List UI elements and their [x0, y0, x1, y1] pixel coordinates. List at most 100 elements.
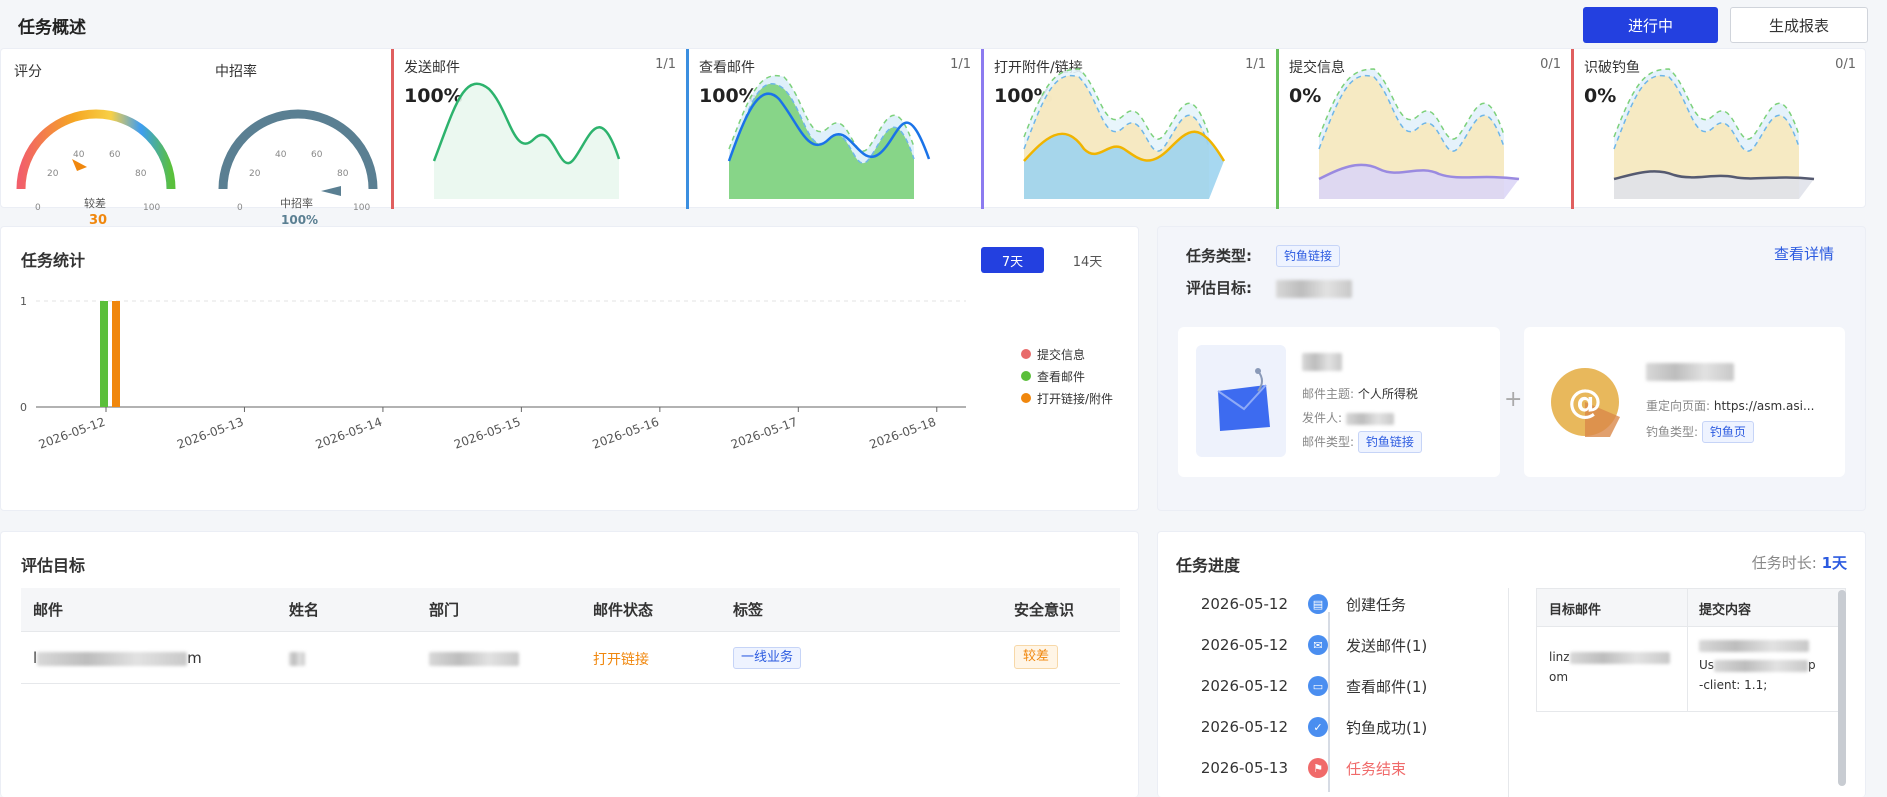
- col-header: 提交内容: [1699, 603, 1752, 618]
- mail-sender-label: 发件人:: [1302, 411, 1343, 425]
- submission-header: 目标邮件 提交内容: [1537, 589, 1845, 627]
- timeline-step: 2026-05-13 ⚑ 任务结束: [1178, 753, 1406, 783]
- mail-subject: 邮件主题: 个人所得税: [1302, 385, 1418, 402]
- mail-sender: 发件人:: [1302, 409, 1394, 426]
- mail-card[interactable]: 邮件主题: 个人所得税 发件人: 邮件类型: 钓鱼链接: [1178, 327, 1500, 477]
- x-tick-label: 2026-05-18: [867, 415, 937, 452]
- phish-page-title: [1646, 363, 1734, 381]
- task-progress-panel: 任务进度 任务时长: 1天 2026-05-12 ▤ 创建任务 2026-05-1…: [1157, 531, 1866, 797]
- check-icon: ✓: [1308, 717, 1328, 737]
- col-header: 安全意识: [1014, 601, 1075, 619]
- row-email-end: m: [187, 649, 202, 667]
- assess-targets-panel: 评估目标 邮件 姓名 部门 邮件状态 标签 安全意识 lm 打开链接 一线业务 …: [0, 531, 1139, 797]
- timeline: 2026-05-12 ▤ 创建任务 2026-05-12 ✉ 发送邮件(1) 202…: [1178, 582, 1458, 797]
- table-row[interactable]: lm 打开链接 一线业务 较差: [21, 632, 1120, 684]
- rate-value: 100%: [281, 213, 319, 227]
- mail-sender-value: [1345, 412, 1394, 425]
- rate-gauge: 中招率 0 20 40 60 80 100 中招率 100%: [201, 49, 391, 227]
- at-sign-icon: @: [1551, 368, 1620, 437]
- timeline-step: 2026-05-12 ▭ 查看邮件(1): [1178, 671, 1427, 701]
- range-14-days-button[interactable]: 14天: [1056, 247, 1119, 273]
- task-stats-chart: 0 1 2026-05-12 2026-05-13 2026-05-14 2026-05-…: [20, 295, 966, 452]
- col-header: 标签: [733, 601, 764, 619]
- timeline-step: 2026-05-12 ▤ 创建任务: [1178, 589, 1406, 619]
- row-name: [289, 652, 305, 666]
- row-email: lm: [33, 649, 202, 667]
- mail-type-label: 邮件类型:: [1302, 435, 1355, 449]
- x-tick-label: 2026-05-16: [591, 415, 661, 452]
- timeline-step: 2026-05-12 ✓ 钓鱼成功(1): [1178, 712, 1427, 742]
- col-header: 邮件状态: [593, 601, 654, 619]
- timeline-date: 2026-05-13: [1200, 759, 1288, 777]
- flag-icon: ⚑: [1308, 758, 1328, 778]
- submission-content-tail: -client: 1.1;: [1699, 678, 1768, 692]
- chart-legend: 提交信息 查看邮件 打开链接/附件: [1021, 343, 1113, 409]
- col-divider: [1687, 589, 1688, 711]
- phish-page-card[interactable]: @ 重定向页面: https://asm.asi... 钓鱼类型: 钓鱼页: [1524, 327, 1845, 477]
- row-awareness-wrap: 较差: [1014, 645, 1059, 669]
- generate-report-button[interactable]: 生成报表: [1730, 7, 1868, 43]
- score-tick: 40: [73, 150, 85, 160]
- rate-tick: 60: [311, 150, 323, 160]
- rate-tick: 40: [275, 150, 287, 160]
- metric-sparkline: [1318, 68, 1520, 199]
- timeline-divider: [1508, 588, 1509, 797]
- view-details-link[interactable]: 查看详情: [1774, 243, 1834, 264]
- status-button[interactable]: 进行中: [1583, 7, 1718, 43]
- timeline-date: 2026-05-12: [1200, 677, 1288, 695]
- task-type-tag: 钓鱼链接: [1276, 245, 1341, 267]
- legend-dot: [1021, 371, 1031, 381]
- metric-card[interactable]: 提交信息 0/1 0%: [1276, 49, 1571, 209]
- phish-type-label: 钓鱼类型:: [1646, 425, 1699, 439]
- task-stats-panel: 任务统计 7天 14天 0 1 2026-05-12 2026-05-13 2026-0…: [0, 226, 1139, 511]
- task-info-panel: 任务类型: 钓鱼链接 评估目标: 查看详情 邮件主题: 个人所得税 发件人: 邮…: [1157, 226, 1866, 511]
- sparkline-area: [434, 83, 619, 199]
- scrollbar[interactable]: [1838, 590, 1846, 786]
- timeline-label: 任务结束: [1346, 759, 1407, 778]
- score-tick: 0: [35, 203, 41, 213]
- score-inner-label: 较差: [84, 197, 106, 210]
- create-task-icon: ▤: [1308, 594, 1328, 614]
- redirect-page: 重定向页面: https://asm.asi...: [1646, 397, 1814, 414]
- targets-table: 邮件 姓名 部门 邮件状态 标签 安全意识 lm 打开链接 一线业务 较差: [21, 588, 1120, 684]
- legend-item[interactable]: 查看邮件: [1021, 365, 1113, 387]
- submission-table: 目标邮件 提交内容 linz om Us p -client: 1.1;: [1536, 588, 1846, 712]
- rate-tick: 0: [237, 203, 243, 213]
- submission-content-masked: [1714, 659, 1809, 672]
- assess-targets-title: 评估目标: [21, 556, 86, 575]
- svg-text:@: @: [1568, 382, 1602, 422]
- phish-type-tag: 钓鱼页: [1701, 421, 1754, 443]
- submission-content-end: p: [1808, 658, 1816, 672]
- range-7-days-button[interactable]: 7天: [981, 247, 1044, 273]
- mail-envelope-icon: [1196, 345, 1286, 457]
- row-email-masked: [37, 651, 188, 666]
- submission-content-start: Us: [1699, 658, 1715, 672]
- legend-label: 打开链接/附件: [1037, 391, 1114, 406]
- x-tick-label: 2026-05-14: [314, 415, 384, 452]
- score-gauge: 评分 0 20 40 60 80 100 较差 30: [1, 49, 201, 228]
- redirect-value[interactable]: https://asm.asi...: [1714, 399, 1815, 413]
- col-header: 目标邮件: [1549, 603, 1602, 618]
- timeline-label: 发送邮件(1): [1346, 636, 1428, 655]
- submission-email-masked: [1569, 651, 1670, 664]
- row-dept: [429, 652, 519, 666]
- metric-card[interactable]: 识破钓鱼 0/1 0%: [1571, 49, 1866, 209]
- mail-type: 邮件类型: 钓鱼链接: [1302, 431, 1422, 453]
- x-tick-label: 2026-05-15: [452, 415, 522, 452]
- row-awareness-badge: 较差: [1014, 645, 1059, 669]
- metric-card[interactable]: 打开附件/链接 1/1 100%: [981, 49, 1276, 209]
- row-tag-wrap: 一线业务: [733, 647, 802, 669]
- metric-sparkline: [1613, 68, 1815, 199]
- mail-subject-value: 个人所得税: [1357, 387, 1418, 401]
- metric-card[interactable]: 查看邮件 1/1 100%: [686, 49, 981, 209]
- task-type-tag-wrap: 钓鱼链接: [1276, 245, 1341, 267]
- metric-card[interactable]: 发送邮件 1/1 100%: [391, 49, 686, 209]
- score-tick: 20: [47, 169, 59, 179]
- submission-email-end: om: [1549, 670, 1569, 684]
- legend-item[interactable]: 打开链接/附件: [1021, 387, 1113, 409]
- y-tick-label: 1: [20, 295, 27, 308]
- timeline-label: 钓鱼成功(1): [1346, 718, 1428, 737]
- timeline-label: 查看邮件(1): [1346, 677, 1428, 696]
- submission-email-start: linz: [1549, 650, 1570, 664]
- legend-item[interactable]: 提交信息: [1021, 343, 1113, 365]
